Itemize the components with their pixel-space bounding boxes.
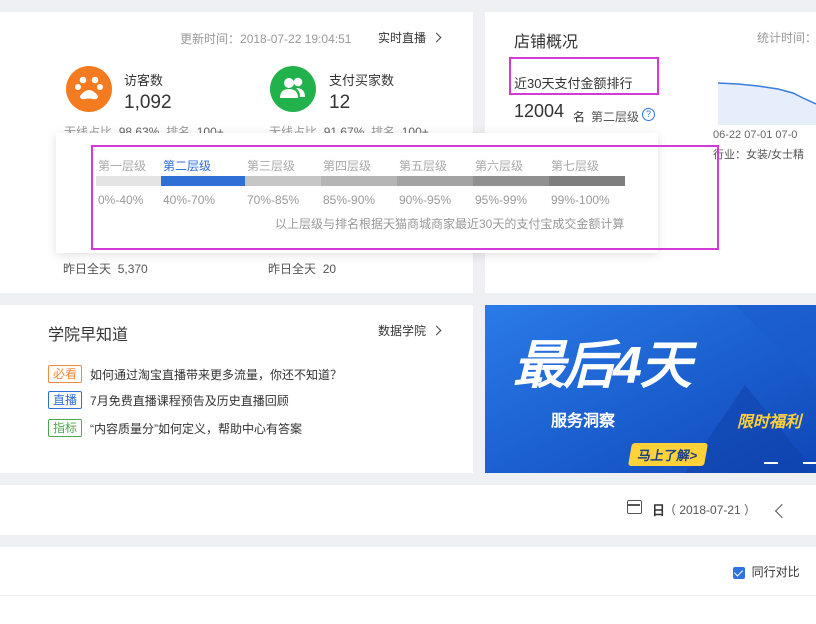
divider [0, 595, 816, 596]
buyers-yesterday-label: 昨日全天 [268, 262, 317, 276]
buyers-value: 12 [329, 92, 351, 113]
academy-title: 学院早知道 [48, 327, 129, 344]
tier-highlight [91, 145, 719, 250]
chart-tick: 07-01 [744, 129, 773, 141]
news-text: “内容质量分”如何定义，帮助中心有答案 [90, 421, 303, 436]
detail-table-card: 同行对比 [0, 547, 816, 624]
buyers-label: 支付买家数 [329, 73, 395, 88]
update-time-label: 更新时间：2018-07-22 19:04:51 [180, 30, 351, 47]
update-time: 2018-07-22 19:04:51 [240, 32, 352, 46]
rank-tier: 第二层级 [591, 110, 640, 124]
news-text: 如何通过淘宝直播带来更多流量，你还不知道？ [90, 367, 343, 382]
update-prefix: 更新时间： [180, 32, 241, 46]
buyers-yesterday-value: 20 [322, 262, 337, 276]
visitors-yesterday: 昨日全天 5,370 [63, 260, 148, 277]
news-text: 7月免费直播课程预告及历史直播回顾 [90, 393, 289, 408]
chevron-right-icon [431, 325, 442, 336]
calendar-icon-bar [628, 504, 640, 506]
chevron-right-icon [431, 32, 442, 43]
compare-checkbox[interactable] [733, 566, 745, 579]
compare-toggle[interactable]: 同行对比 [733, 563, 800, 580]
help-icon-glyph: ? [645, 109, 651, 119]
academy-card: 学院早知道 数据学院 必看 如何通过淘宝直播带来更多流量，你还不知道？ 直播 7月免费… [0, 305, 473, 473]
banner-cta-button[interactable]: 马上了解> [627, 443, 708, 466]
chart-ticks: 06-22 07-01 07-0 [713, 129, 797, 141]
academy-link-label: 数据学院 [378, 324, 427, 338]
banner-promo: 限时福利 [737, 414, 802, 431]
help-icon[interactable]: ? [642, 108, 655, 121]
date-bar: 日 （ 2018-07-21 ） [0, 485, 816, 535]
banner-headline: 最后4天 [513, 337, 692, 395]
news-item[interactable]: 直播 7月免费直播课程预告及历史直播回顾 [48, 391, 289, 409]
rank-title-highlight [509, 57, 659, 95]
compare-label: 同行对比 [751, 565, 800, 579]
promo-banner[interactable]: 最后4天 服务洞察 限时福利 马上了解> [485, 305, 816, 473]
chart-tick: 06-22 [713, 129, 742, 141]
chart-tick: 07-0 [775, 129, 798, 141]
period-date: （ 2018-07-21 ） [664, 503, 757, 517]
users-icon [270, 66, 316, 112]
trend-sparkline [718, 82, 816, 125]
carousel-dot[interactable] [764, 462, 778, 464]
buyers-yesterday: 昨日全天 20 [268, 260, 336, 277]
banner-service: 服务洞察 [551, 413, 616, 430]
visitors-value: 1,092 [124, 92, 172, 113]
carousel-dot[interactable] [803, 462, 816, 464]
industry-label: 行业：女装/女士精 [713, 149, 805, 161]
live-link-label: 实时直播 [378, 31, 427, 45]
academy-link[interactable]: 数据学院 [378, 322, 442, 339]
chevron-left-icon [774, 503, 790, 519]
rank-unit: 名 [573, 110, 586, 124]
rank-value: 12004 [514, 101, 565, 121]
news-item[interactable]: 必看 如何通过淘宝直播带来更多流量，你还不知道？ [48, 365, 342, 383]
calendar-icon[interactable] [627, 500, 642, 514]
visitors-yesterday-label: 昨日全天 [63, 262, 112, 276]
visitors-label: 访客数 [124, 73, 164, 88]
paw-icon [66, 66, 112, 112]
news-tag: 指标 [48, 419, 83, 437]
visitors-yesterday-value: 5,370 [117, 262, 148, 276]
news-tag: 直播 [48, 391, 83, 409]
store-title: 店铺概况 [514, 34, 579, 51]
stats-time-label: 统计时间： [757, 31, 816, 45]
news-tag: 必看 [48, 365, 83, 383]
prev-date-button[interactable] [774, 503, 790, 521]
news-item[interactable]: 指标 “内容质量分”如何定义，帮助中心有答案 [48, 419, 302, 437]
live-link[interactable]: 实时直播 [378, 29, 442, 46]
